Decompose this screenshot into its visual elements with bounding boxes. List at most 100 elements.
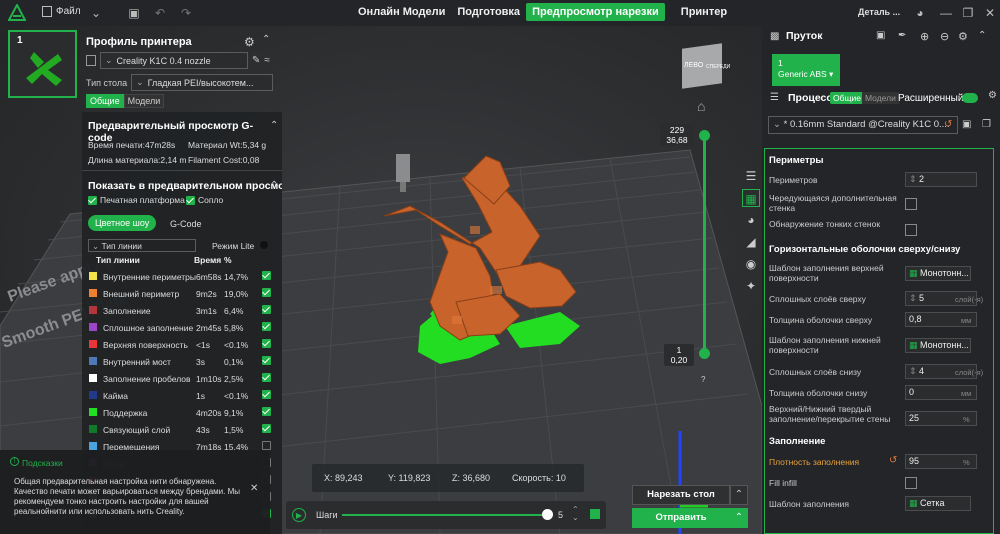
layer-cube-icon[interactable] — [590, 509, 600, 519]
filament-edit-icon[interactable]: ✒ — [898, 30, 906, 41]
line-type-percent: 1,5% — [224, 425, 244, 435]
nozzle-checkbox-icon[interactable] — [186, 195, 195, 205]
line-type-select[interactable]: ⌄ Тип линии — [88, 239, 196, 252]
line-type-checkbox[interactable] — [262, 373, 271, 382]
infill-pattern-select[interactable]: ▦ Сетка — [905, 496, 971, 511]
line-type-checkbox[interactable] — [262, 390, 271, 399]
top-layer-handle[interactable] — [699, 130, 710, 141]
wifi-icon[interactable]: ≈ — [264, 55, 270, 66]
view-cube-front-face[interactable]: СПЕРЕДИ — [706, 64, 730, 70]
line-type-checkbox[interactable] — [262, 288, 271, 297]
bed-type-select[interactable]: ⌄ Гладкая PEI/высокотем... — [131, 74, 274, 91]
collapse-show-icon[interactable]: ⌃ — [270, 180, 278, 191]
line-type-checkbox[interactable] — [262, 441, 271, 450]
tab-prepare[interactable]: Подготовка — [451, 3, 526, 21]
process-preset-select[interactable]: ⌄ * 0.16mm Standard @Creality K1C 0.... — [768, 116, 958, 134]
close-hints-icon[interactable]: ✕ — [250, 483, 258, 494]
line-type-name: Верхняя поверхность — [103, 340, 188, 350]
tab-preview[interactable]: Предпросмотр нарезки — [526, 3, 665, 21]
line-type-swatch — [89, 289, 97, 297]
top-thickness-unit: мм — [961, 316, 972, 325]
cut-icon[interactable]: ✦ — [742, 277, 760, 295]
minimize-icon[interactable]: — — [938, 5, 954, 21]
layers-icon[interactable]: ☰ — [742, 167, 760, 185]
lite-mode-toggle[interactable] — [260, 241, 268, 249]
target-icon[interactable]: ◉ — [742, 255, 760, 273]
maximize-icon[interactable]: ❐ — [960, 5, 976, 21]
advanced-toggle[interactable] — [962, 93, 978, 103]
filament-settings-icon[interactable]: ⚙ — [958, 30, 968, 43]
slice-view-icon[interactable]: ▦ — [742, 189, 760, 207]
infill-pattern-label: Шаблон заполнения — [769, 499, 850, 509]
remove-filament-icon[interactable]: ⊖ — [940, 30, 949, 43]
collapse-filament-icon[interactable]: ⌃ — [978, 30, 986, 41]
bottom-pattern-select[interactable]: ▦ Монотонн... — [905, 338, 971, 353]
play-icon[interactable]: ▶ — [292, 508, 306, 522]
line-type-checkbox[interactable] — [262, 407, 271, 416]
layer-slider-track[interactable] — [703, 134, 706, 356]
tab-general[interactable]: Общие — [86, 94, 124, 108]
send-print-button[interactable]: Отправить распечатку — [632, 508, 730, 534]
steps-stepper-icon[interactable]: ⌃ ⌄ — [572, 506, 579, 522]
line-type-checkbox[interactable] — [262, 424, 271, 433]
tab-printer[interactable]: Принтер — [675, 3, 733, 21]
line-type-row: Внутренние периметры 6m58s 14,7% — [82, 268, 282, 285]
ruler-icon[interactable]: ◢ — [742, 233, 760, 251]
send-options-icon[interactable]: ⌃ — [730, 508, 748, 528]
chevron-down-icon[interactable]: ⌄ — [88, 5, 104, 21]
top-layers-unit: слой(-я) — [955, 295, 984, 304]
hints-title: Подсказки — [22, 458, 63, 468]
steps-slider-handle[interactable] — [542, 509, 553, 520]
edit-printer-icon[interactable]: ✎ — [252, 55, 260, 66]
view-cube-left-face[interactable]: ЛЕВО — [684, 62, 703, 69]
line-type-checkbox[interactable] — [262, 322, 271, 331]
collapse-gcode-icon[interactable]: ⌃ — [270, 120, 278, 131]
gcode-button[interactable]: G-Code — [170, 219, 202, 229]
top-pattern-select[interactable]: ▦ Монотонн... — [905, 266, 971, 281]
slider-help-icon[interactable]: ? — [701, 375, 705, 384]
line-type-checkbox[interactable] — [262, 305, 271, 314]
compare-preset-icon[interactable]: ❐ — [982, 119, 991, 130]
home-view-icon[interactable]: ⌂ — [697, 98, 705, 114]
close-icon[interactable]: ✕ — [982, 5, 998, 21]
file-menu[interactable]: Файл — [42, 6, 81, 17]
tab-models[interactable]: Модели — [123, 94, 165, 108]
filament-sync-icon[interactable]: ▣ — [876, 30, 885, 41]
save-preset-icon[interactable]: ▣ — [962, 119, 971, 130]
steps-slider-track[interactable] — [342, 514, 550, 516]
plate-thumbnail[interactable]: 1 — [8, 30, 77, 98]
reset-preset-icon[interactable]: ↺ — [944, 119, 952, 130]
perimeters-input[interactable]: ⇕ 2 — [905, 172, 977, 187]
reset-density-icon[interactable]: ↺ — [889, 455, 897, 466]
details-menu[interactable]: Деталь ... — [858, 7, 900, 17]
fill-infill-checkbox[interactable] — [905, 477, 917, 489]
nozzle-checkbox[interactable]: Сопло — [186, 195, 223, 205]
slice-plate-button[interactable]: Нарезать стол — [632, 485, 730, 505]
line-type-checkbox[interactable] — [262, 339, 271, 348]
printer-select[interactable]: ⌄ Creality K1C 0.4 nozzle — [100, 52, 248, 69]
alternate-wall-checkbox[interactable] — [905, 198, 917, 210]
tab-online-models[interactable]: Онлайн Модели — [352, 3, 451, 21]
speedometer-icon[interactable]: ◕ — [912, 5, 928, 21]
slice-options-icon[interactable]: ⌃ — [730, 485, 748, 505]
redo-icon[interactable]: ↷ — [178, 5, 194, 21]
line-type-checkbox[interactable] — [262, 356, 271, 365]
undo-icon[interactable]: ↶ — [152, 5, 168, 21]
add-filament-icon[interactable]: ⊕ — [920, 30, 929, 43]
line-type-checkbox[interactable] — [262, 271, 271, 280]
process-settings-icon[interactable]: ⚙ — [988, 90, 997, 101]
color-scheme-button[interactable]: Цветное шоу — [88, 215, 157, 231]
bottom-thickness-unit: мм — [961, 389, 972, 398]
process-tab-general[interactable]: Общие — [830, 92, 864, 104]
platform-checkbox-icon[interactable] — [88, 195, 97, 205]
process-tab-models[interactable]: Модели — [862, 92, 899, 104]
thin-walls-checkbox[interactable] — [905, 224, 917, 236]
collapse-icon[interactable]: ⌃ — [262, 34, 270, 45]
filament-slot-1[interactable]: 1 Generic ABS ▾ — [772, 54, 840, 86]
platform-checkbox[interactable]: Печатная платформа — [88, 195, 185, 205]
printer-settings-icon[interactable]: ⚙ — [244, 35, 255, 49]
view-cube[interactable]: ЛЕВО СПЕРЕДИ — [680, 40, 730, 89]
gauge-icon[interactable]: ◕ — [742, 211, 760, 229]
bottom-layer-handle[interactable] — [699, 348, 710, 359]
save-icon[interactable]: ▣ — [126, 5, 142, 21]
